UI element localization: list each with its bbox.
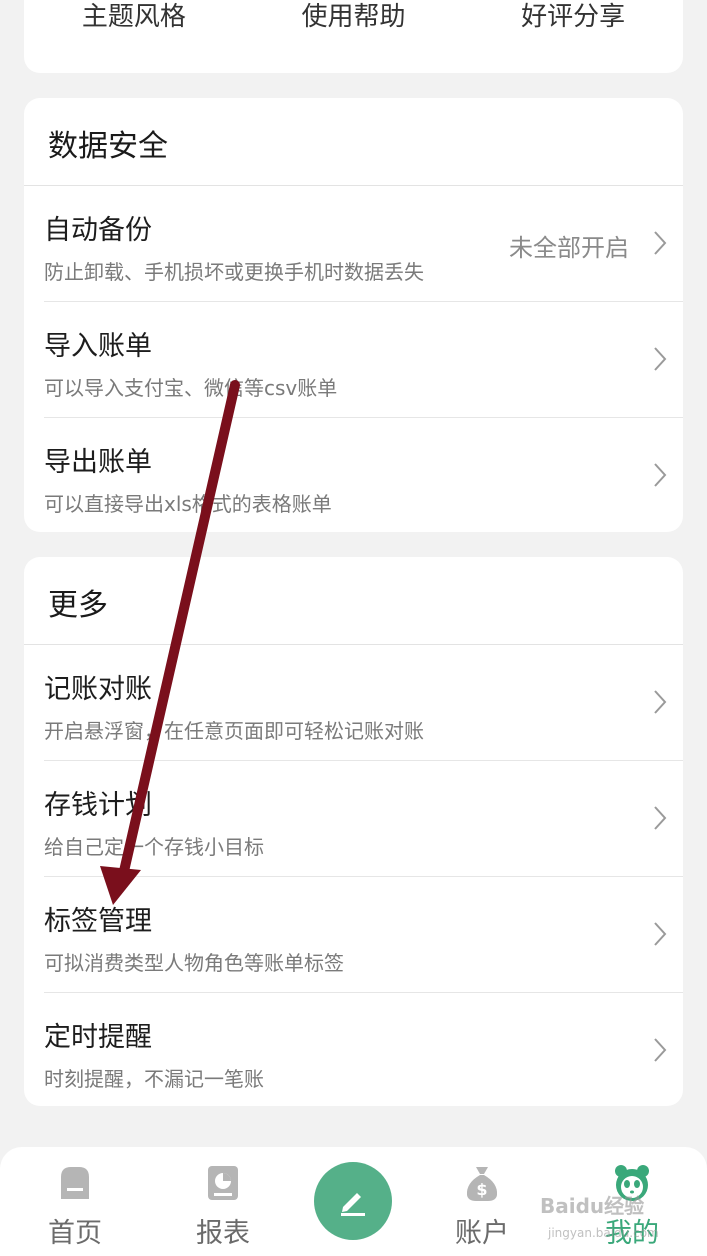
export-bill-row[interactable]: 导出账单 可以直接导出xls格式的表格账单 xyxy=(44,418,683,532)
row-subtitle: 给自己定一个存钱小目标 xyxy=(44,835,264,859)
row-subtitle: 时刻提醒，不漏记一笔账 xyxy=(44,1067,264,1091)
scheduled-reminder-row[interactable]: 定时提醒 时刻提醒，不漏记一笔账 xyxy=(44,993,683,1106)
section-title-more: 更多 xyxy=(24,557,683,645)
row-title: 导入账单 xyxy=(44,331,152,362)
row-title: 记账对账 xyxy=(44,674,152,705)
watermark-logo: Baidu经验 xyxy=(540,1194,645,1218)
chevron-right-icon xyxy=(654,1038,667,1062)
tab-accounts[interactable]: $ 账户 xyxy=(422,1147,542,1256)
section-title-security: 数据安全 xyxy=(24,98,683,186)
chevron-right-icon xyxy=(654,690,667,714)
chevron-right-icon xyxy=(654,922,667,946)
tab-home[interactable]: 首页 xyxy=(15,1147,135,1256)
row-subtitle: 防止卸载、手机损坏或更换手机时数据丢失 xyxy=(44,260,424,284)
watermark-url: jingyan.baidu.com xyxy=(548,1226,659,1240)
backup-status-value: 未全部开启 xyxy=(509,234,629,262)
more-card: 更多 记账对账 开启悬浮窗，在任意页面即可轻松记账对账 存钱计划 给自己定一个存… xyxy=(24,557,683,1106)
rate-share-link[interactable]: 好评分享 xyxy=(463,0,683,33)
row-title: 定时提醒 xyxy=(44,1022,152,1053)
settings-links: 主题风格 使用帮助 好评分享 xyxy=(24,0,683,33)
data-security-card: 数据安全 自动备份 防止卸载、手机损坏或更换手机时数据丢失 未全部开启 导入账单… xyxy=(24,98,683,532)
tab-label: 报表 xyxy=(196,1218,250,1249)
svg-text:$: $ xyxy=(476,1180,487,1199)
savings-plan-row[interactable]: 存钱计划 给自己定一个存钱小目标 xyxy=(44,761,683,877)
row-subtitle: 开启悬浮窗，在任意页面即可轻松记账对账 xyxy=(44,719,424,743)
row-subtitle: 可拟消费类型人物角色等账单标签 xyxy=(44,951,344,975)
row-title: 导出账单 xyxy=(44,447,152,478)
settings-links-card: 主题风格 使用帮助 好评分享 xyxy=(24,0,683,73)
chevron-right-icon xyxy=(654,806,667,830)
row-title: 存钱计划 xyxy=(44,790,152,821)
row-subtitle: 可以直接导出xls格式的表格账单 xyxy=(44,492,332,516)
row-title: 自动备份 xyxy=(44,215,152,246)
money-bag-icon: $ xyxy=(466,1167,498,1201)
import-bill-row[interactable]: 导入账单 可以导入支付宝、微信等csv账单 xyxy=(44,302,683,418)
tab-label: 账户 xyxy=(455,1218,509,1249)
report-icon xyxy=(208,1166,238,1200)
pencil-icon xyxy=(341,1193,365,1216)
tag-management-row[interactable]: 标签管理 可拟消费类型人物角色等账单标签 xyxy=(44,877,683,993)
chevron-right-icon xyxy=(654,231,667,255)
help-link[interactable]: 使用帮助 xyxy=(244,0,464,33)
row-title: 标签管理 xyxy=(44,906,152,937)
chevron-right-icon xyxy=(654,463,667,487)
auto-backup-row[interactable]: 自动备份 防止卸载、手机损坏或更换手机时数据丢失 未全部开启 xyxy=(44,186,683,302)
add-record-button[interactable] xyxy=(314,1162,392,1240)
theme-style-link[interactable]: 主题风格 xyxy=(24,0,244,33)
row-subtitle: 可以导入支付宝、微信等csv账单 xyxy=(44,376,338,400)
bookkeeping-reconcile-row[interactable]: 记账对账 开启悬浮窗，在任意页面即可轻松记账对账 xyxy=(44,645,683,761)
home-icon xyxy=(61,1167,89,1199)
tab-report[interactable]: 报表 xyxy=(163,1147,283,1256)
tab-label: 首页 xyxy=(48,1218,102,1249)
chevron-right-icon xyxy=(654,347,667,371)
